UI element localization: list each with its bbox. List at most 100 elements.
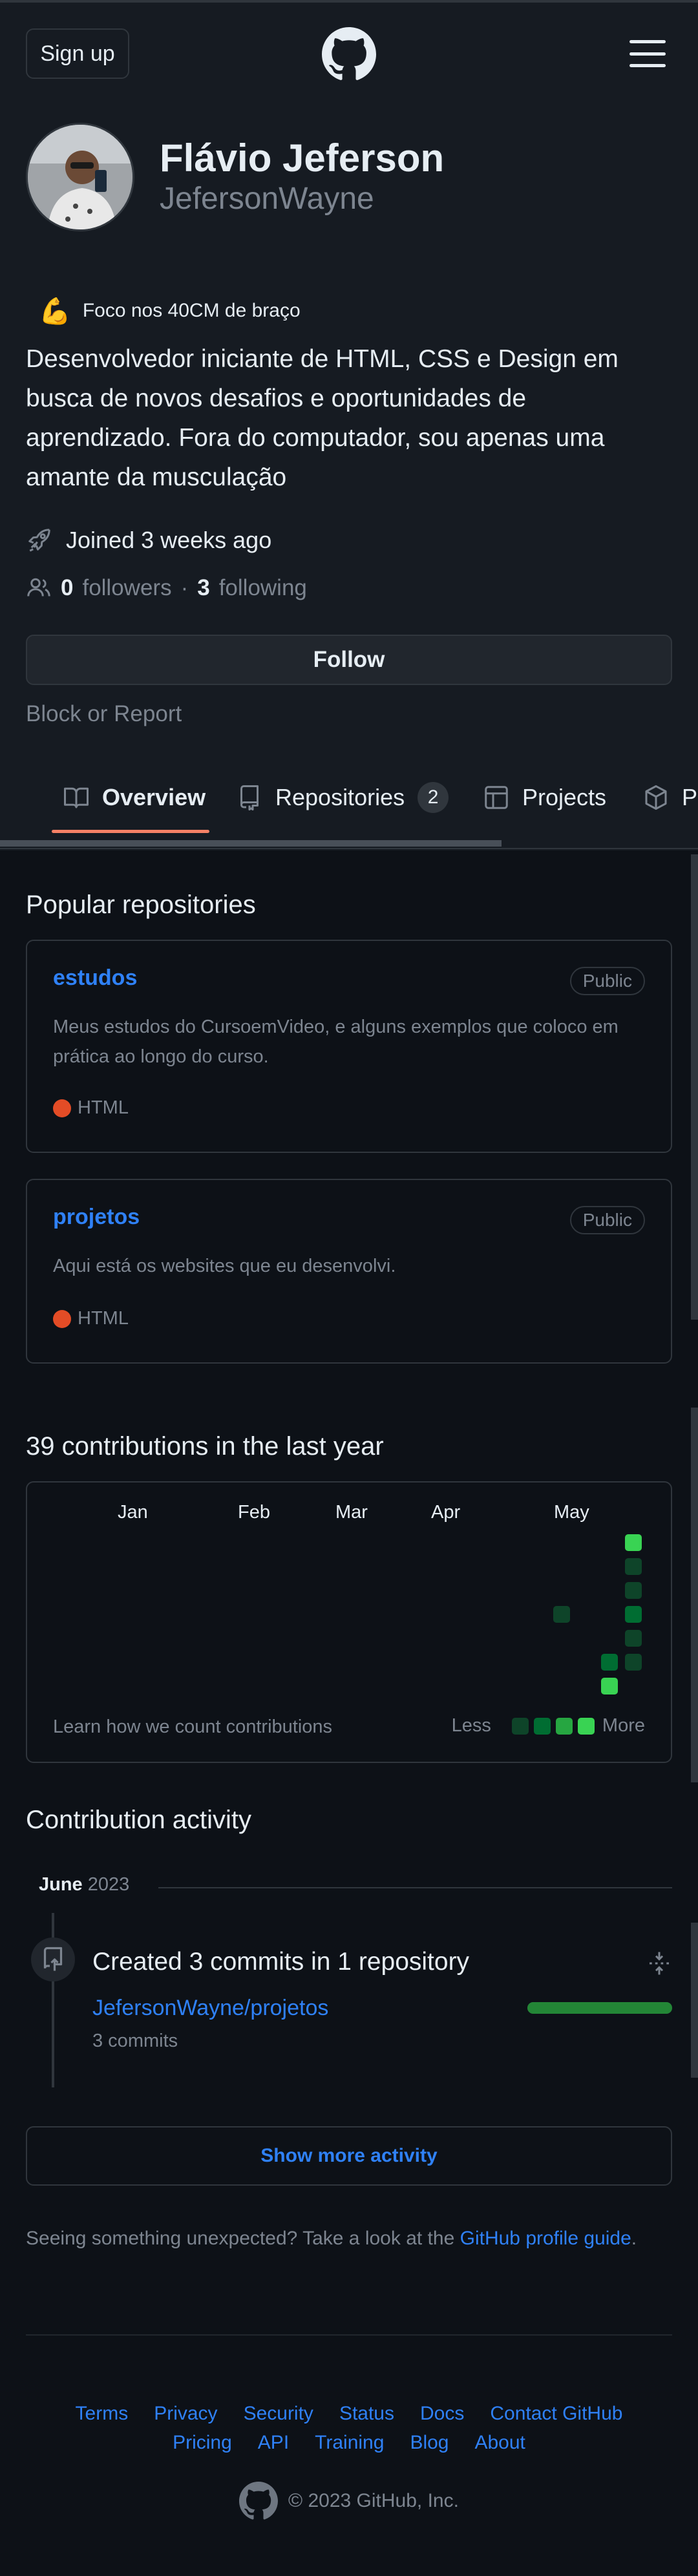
followers-info: 0 followers · 3 following bbox=[26, 575, 307, 601]
month-label: Mar bbox=[335, 1502, 368, 1523]
language-name: HTML bbox=[78, 1097, 129, 1118]
contribution-cell[interactable] bbox=[625, 1606, 642, 1623]
followers-count[interactable]: 0 bbox=[61, 575, 73, 601]
repo-card: projetos Public Aqui está os websites qu… bbox=[26, 1179, 672, 1364]
scroll-indicator bbox=[691, 1408, 698, 1782]
scroll-indicator bbox=[691, 854, 698, 1320]
following-count[interactable]: 3 bbox=[197, 575, 209, 601]
tab-projects[interactable]: Projects bbox=[483, 777, 606, 818]
legend-square bbox=[555, 1717, 573, 1735]
profile-guide-note: Seeing something unexpected? Take a look… bbox=[26, 2228, 637, 2250]
tab-repositories[interactable]: Repositories 2 bbox=[237, 777, 449, 818]
contribution-cell[interactable] bbox=[625, 1630, 642, 1647]
footer-link-status[interactable]: Status bbox=[339, 2403, 394, 2425]
footer-divider bbox=[26, 2334, 672, 2336]
learn-contributions-link[interactable]: Learn how we count contributions bbox=[53, 1716, 332, 1738]
github-logo-icon[interactable] bbox=[322, 27, 376, 81]
visibility-badge: Public bbox=[569, 1206, 645, 1234]
repo-language: HTML bbox=[53, 1097, 129, 1119]
repo-name-link[interactable]: estudos bbox=[53, 966, 137, 991]
footer-link-training[interactable]: Training bbox=[315, 2432, 384, 2454]
menu-icon[interactable] bbox=[629, 40, 666, 67]
avatar[interactable] bbox=[26, 123, 134, 231]
footer-link-contact[interactable]: Contact GitHub bbox=[490, 2403, 622, 2425]
scroll-indicator bbox=[691, 1923, 698, 2078]
divider bbox=[158, 1887, 672, 1888]
footer-link-terms[interactable]: Terms bbox=[76, 2403, 129, 2425]
profile-guide-text: Seeing something unexpected? Take a look… bbox=[26, 2228, 455, 2249]
show-more-activity-button[interactable]: Show more activity bbox=[26, 2126, 672, 2186]
footer-link-api[interactable]: API bbox=[258, 2432, 289, 2454]
profile-full-name: Flávio Jeferson bbox=[160, 136, 445, 180]
legend-square bbox=[533, 1717, 551, 1735]
footer-link-docs[interactable]: Docs bbox=[420, 2403, 464, 2425]
legend-less-label: Less bbox=[451, 1715, 491, 1736]
month-label: Jan bbox=[118, 1502, 148, 1523]
table-icon bbox=[485, 786, 508, 809]
contribution-cell[interactable] bbox=[625, 1558, 642, 1575]
user-status: 💪 Foco nos 40CM de braço bbox=[26, 288, 301, 333]
fold-icon[interactable] bbox=[646, 1949, 672, 1978]
profile-guide-link[interactable]: GitHub profile guide bbox=[460, 2228, 631, 2249]
follow-button[interactable]: Follow bbox=[26, 635, 672, 685]
repo-description: Aqui está os websites que eu desenvolvi. bbox=[53, 1256, 396, 1276]
profile-bio: Desenvolvedor iniciante de HTML, CSS e D… bbox=[26, 345, 619, 491]
followers-link[interactable]: followers bbox=[82, 575, 171, 601]
sign-up-button[interactable]: Sign up bbox=[26, 28, 129, 79]
repo-name-link[interactable]: projetos bbox=[53, 1205, 140, 1230]
page: Sign up Flávio Jeferson JefersonWayne 💪 … bbox=[0, 0, 698, 2576]
repositories-count-badge: 2 bbox=[418, 782, 449, 813]
footer-links: Pricing API Training Blog About bbox=[0, 2432, 698, 2454]
tab-overview[interactable]: Overview bbox=[63, 777, 206, 818]
top-header: Sign up bbox=[0, 0, 698, 103]
package-icon bbox=[645, 785, 667, 810]
repo-card: estudos Public Meus estudos do CursoemVi… bbox=[26, 940, 672, 1153]
active-tab-indicator bbox=[52, 830, 209, 833]
flexed-biceps-emoji-icon: 💪 bbox=[39, 297, 71, 326]
tab-overview-label: Overview bbox=[102, 784, 206, 810]
contribution-graph: Jan Feb Mar Apr May Learn how we count c… bbox=[26, 1481, 672, 1763]
rocket-icon bbox=[28, 529, 50, 552]
footer-link-about[interactable]: About bbox=[474, 2432, 525, 2454]
avatar-photo bbox=[28, 125, 132, 229]
contribution-cell[interactable] bbox=[625, 1534, 642, 1551]
following-link[interactable]: following bbox=[219, 575, 307, 601]
activity-commit-count[interactable]: 3 commits bbox=[92, 2031, 178, 2052]
tab-packages[interactable]: P bbox=[643, 777, 697, 818]
contribution-cell[interactable] bbox=[625, 1582, 642, 1599]
github-footer-logo-icon[interactable] bbox=[239, 2482, 279, 2520]
language-name: HTML bbox=[78, 1308, 129, 1329]
repo-language: HTML bbox=[53, 1308, 129, 1329]
commit-progress-bar bbox=[527, 2002, 672, 2014]
footer-link-privacy[interactable]: Privacy bbox=[154, 2403, 217, 2425]
activity-year: 2023 bbox=[87, 1874, 130, 1895]
contribution-cell[interactable] bbox=[553, 1606, 570, 1623]
tab-packages-label: P bbox=[682, 784, 698, 810]
month-label: May bbox=[554, 1502, 589, 1523]
month-label: Apr bbox=[431, 1502, 461, 1523]
legend-square bbox=[511, 1717, 529, 1735]
profile-guide-suffix: . bbox=[631, 2228, 637, 2249]
separator-dot: · bbox=[180, 575, 189, 600]
footer-links: Terms Privacy Security Status Docs Conta… bbox=[0, 2403, 698, 2425]
copyright-text: © 2023 GitHub, Inc. bbox=[288, 2490, 459, 2511]
tab-projects-label: Projects bbox=[522, 784, 607, 810]
legend-square bbox=[577, 1717, 595, 1735]
repo-push-icon bbox=[31, 1937, 75, 1981]
tab-repositories-label: Repositories bbox=[275, 784, 405, 810]
profile-username: JefersonWayne bbox=[160, 182, 374, 216]
activity-repo-link[interactable]: JefersonWayne/projetos bbox=[92, 1996, 328, 2021]
footer-link-pricing[interactable]: Pricing bbox=[173, 2432, 232, 2454]
activity-month: June bbox=[39, 1874, 83, 1895]
contribution-cell[interactable] bbox=[601, 1678, 618, 1694]
tabs-scrollbar[interactable] bbox=[0, 840, 502, 847]
footer-link-security[interactable]: Security bbox=[244, 2403, 313, 2425]
joined-text: Joined 3 weeks ago bbox=[66, 527, 272, 553]
contribution-cell[interactable] bbox=[601, 1654, 618, 1671]
footer-link-blog[interactable]: Blog bbox=[410, 2432, 449, 2454]
language-color-dot bbox=[53, 1309, 71, 1328]
book-icon bbox=[64, 787, 89, 808]
block-or-report-link[interactable]: Block or Report bbox=[26, 701, 182, 727]
repo-description: Meus estudos do CursoemVideo, e alguns e… bbox=[53, 1017, 619, 1067]
contribution-cell[interactable] bbox=[625, 1654, 642, 1671]
